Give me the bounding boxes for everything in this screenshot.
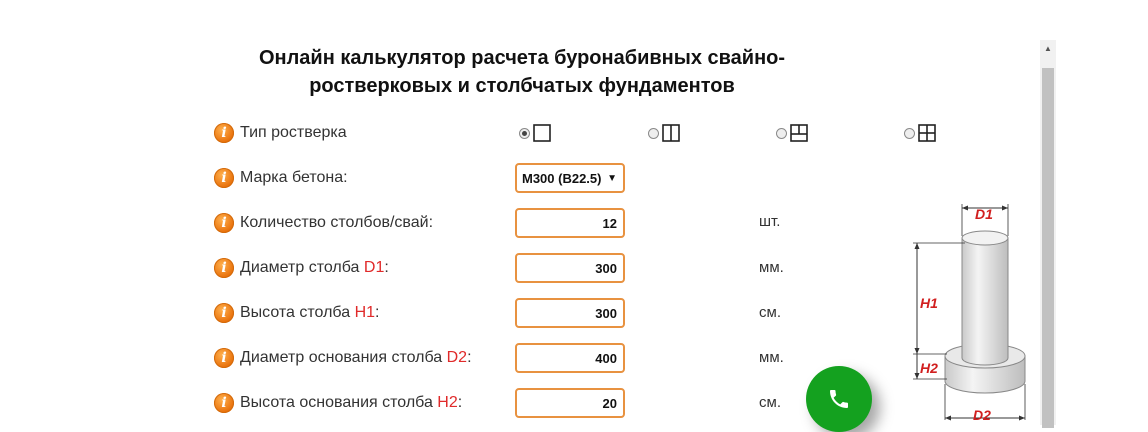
grillage-double-icon bbox=[662, 124, 680, 142]
radio-button[interactable] bbox=[776, 127, 787, 139]
grillage-single-icon bbox=[533, 124, 551, 142]
row-grillage-type: i Тип ростверка bbox=[214, 121, 347, 145]
unit-h1: см. bbox=[759, 304, 781, 321]
row-d2: i Диаметр основания столба D2: bbox=[214, 346, 472, 370]
d2-input[interactable]: 400 bbox=[515, 343, 625, 373]
diagram-label-h1: H1 bbox=[920, 295, 938, 311]
info-icon[interactable]: i bbox=[214, 123, 234, 143]
page-title: Онлайн калькулятор расчета буронабивных … bbox=[258, 47, 786, 97]
grillage-cross-icon bbox=[918, 124, 936, 142]
diagram-label-d1: D1 bbox=[975, 206, 993, 222]
row-d1: i Диаметр столба D1: bbox=[214, 256, 389, 280]
grillage-option-t-shape[interactable] bbox=[776, 124, 808, 142]
row-count: i Количество столбов/свай: bbox=[214, 211, 433, 235]
info-icon[interactable]: i bbox=[214, 303, 234, 323]
row-concrete-grade: i Марка бетона: bbox=[214, 166, 348, 190]
dropdown-arrow-icon: ▼ bbox=[607, 172, 617, 184]
phone-icon bbox=[830, 390, 848, 408]
row-label: Количество столбов/свай: bbox=[240, 214, 434, 231]
info-icon[interactable]: i bbox=[214, 393, 234, 413]
concrete-grade-value: М300 (В22.5) bbox=[522, 170, 602, 186]
pile-diagram: D1 H1 H2 D2 bbox=[913, 204, 1026, 423]
unit-h2: см. bbox=[759, 394, 781, 411]
row-label: Марка бетона: bbox=[240, 169, 348, 186]
unit-count: шт. bbox=[759, 213, 781, 230]
h1-input[interactable]: 300 bbox=[515, 298, 625, 328]
grillage-option-double[interactable] bbox=[648, 124, 680, 142]
concrete-grade-select[interactable]: М300 (В22.5) ▼ bbox=[515, 163, 625, 193]
row-h1: i Высота столба H1: bbox=[214, 301, 379, 325]
radio-button[interactable] bbox=[648, 127, 659, 139]
diagram-label-d2: D2 bbox=[973, 407, 991, 423]
d1-input[interactable]: 300 bbox=[515, 253, 625, 283]
count-input[interactable]: 12 bbox=[515, 208, 625, 238]
info-icon[interactable]: i bbox=[214, 348, 234, 368]
info-icon[interactable]: i bbox=[214, 213, 234, 233]
h2-input[interactable]: 20 bbox=[515, 388, 625, 418]
grillage-option-cross[interactable] bbox=[904, 124, 936, 142]
scrollbar-thumb[interactable] bbox=[1042, 68, 1054, 428]
scrollbar[interactable]: ▲ bbox=[1040, 40, 1056, 428]
radio-button[interactable] bbox=[519, 127, 530, 139]
grillage-t-shape-icon bbox=[790, 124, 808, 142]
scroll-up-arrow-icon[interactable]: ▲ bbox=[1040, 40, 1056, 56]
row-label: Диаметр столба D1: bbox=[240, 259, 389, 276]
row-label: Высота столба H1: bbox=[240, 304, 380, 321]
call-button[interactable] bbox=[806, 366, 872, 432]
unit-d1: мм. bbox=[759, 259, 784, 276]
diagram-label-h2: H2 bbox=[920, 360, 938, 376]
radio-button[interactable] bbox=[904, 127, 915, 139]
grillage-option-single[interactable] bbox=[519, 124, 551, 142]
row-label: Высота основания столба H2: bbox=[240, 394, 463, 411]
unit-d2: мм. bbox=[759, 349, 784, 366]
row-h2: i Высота основания столба H2: bbox=[214, 391, 462, 415]
info-icon[interactable]: i bbox=[214, 168, 234, 188]
row-label: Тип ростверка bbox=[240, 124, 347, 141]
row-label: Диаметр основания столба D2: bbox=[240, 349, 472, 366]
info-icon[interactable]: i bbox=[214, 258, 234, 278]
